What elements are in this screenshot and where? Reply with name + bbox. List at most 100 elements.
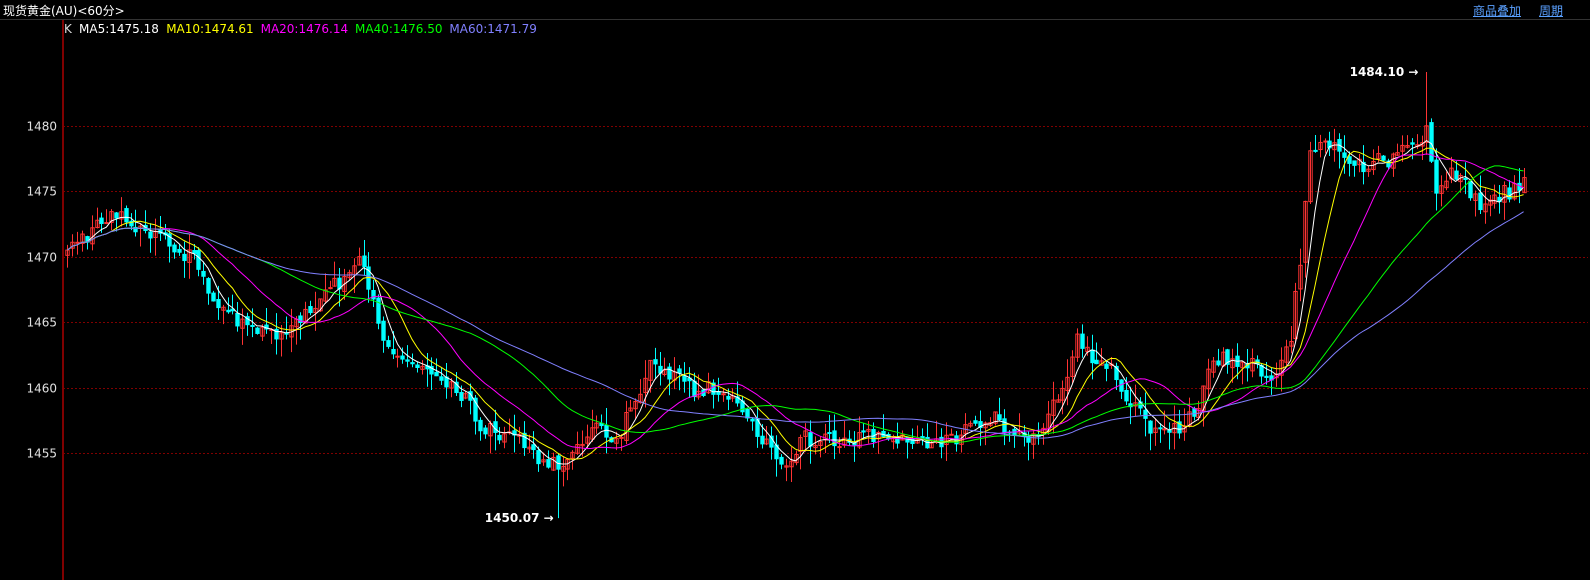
candle-up	[104, 222, 109, 225]
candle-down	[1352, 160, 1357, 166]
legend-ma10: MA10:1474.61	[166, 22, 254, 36]
candle-down	[653, 359, 658, 365]
candle-down	[1158, 427, 1163, 430]
candle-down	[1507, 187, 1512, 200]
legend-ma20: MA20:1476.14	[261, 22, 349, 36]
candle-down	[726, 395, 731, 400]
candle-down	[371, 289, 376, 300]
candle-down	[497, 434, 502, 441]
candle-down	[827, 432, 832, 435]
candle-down	[1094, 359, 1099, 365]
candle-down	[1463, 177, 1468, 180]
candle-down	[1264, 375, 1269, 378]
candle-down	[439, 376, 444, 381]
candle-down	[779, 456, 784, 465]
candle-down	[410, 362, 415, 365]
candle-down	[177, 248, 182, 253]
candle-down	[692, 380, 697, 398]
candle-down	[1124, 389, 1129, 402]
candle-down	[1454, 170, 1459, 180]
overlay-button[interactable]: 商品叠加	[1473, 2, 1521, 19]
candle-down	[362, 255, 367, 268]
candle-down	[604, 425, 609, 438]
candle-down	[124, 208, 129, 223]
legend-ma40: MA40:1476.50	[355, 22, 443, 36]
candle-up	[949, 433, 954, 436]
candle-up	[75, 241, 80, 244]
candle-down	[381, 320, 386, 341]
candle-down	[1090, 349, 1095, 364]
candle-down	[997, 414, 1002, 421]
candle-up	[721, 393, 726, 396]
candle-down	[400, 355, 405, 360]
candle-down	[405, 359, 410, 362]
period-button[interactable]: 周期	[1539, 2, 1563, 19]
candle-down	[478, 419, 483, 432]
candle-down	[546, 459, 551, 468]
ma10-line	[67, 147, 1524, 460]
candle-down	[483, 427, 488, 435]
legend-ma60: MA60:1471.79	[449, 22, 537, 36]
candle-up	[395, 355, 400, 358]
candle-down	[459, 392, 464, 401]
y-tick-label: 1470	[26, 251, 57, 265]
candle-down	[201, 270, 206, 277]
candle-down	[677, 368, 682, 374]
candle-down	[255, 327, 260, 334]
candle-down	[1148, 420, 1153, 434]
candle-down	[1104, 363, 1109, 369]
candle-down	[760, 435, 765, 445]
candle-up	[837, 446, 842, 449]
candle-down	[1143, 409, 1148, 419]
candle-down	[114, 212, 119, 219]
ma20-line	[67, 153, 1524, 450]
instrument-title: 现货黄金(AU)<60分>	[3, 4, 125, 18]
candle-down	[386, 340, 391, 347]
candle-down	[750, 418, 755, 422]
candle-down	[1080, 333, 1085, 349]
candle-down	[973, 420, 978, 424]
candle-down	[861, 430, 866, 433]
title-bar: 现货黄金(AU)<60分> 商品叠加 周期	[0, 0, 1590, 20]
legend-prefix: K	[64, 22, 73, 36]
candle-down	[206, 278, 211, 294]
candle-down	[211, 292, 216, 302]
candle-down	[434, 371, 439, 377]
candle-down	[196, 250, 201, 270]
y-tick-label: 1480	[26, 120, 57, 134]
candle-down	[172, 244, 177, 253]
candle-down	[1167, 429, 1172, 433]
candle-down	[415, 364, 420, 368]
candle-down	[531, 444, 536, 451]
candle-up	[1323, 140, 1328, 143]
ma5-line	[67, 139, 1524, 465]
candle-down	[148, 231, 153, 239]
y-tick-label: 1475	[26, 185, 57, 199]
candle-up	[1162, 428, 1167, 431]
candle-down	[1410, 142, 1415, 145]
candle-down	[308, 306, 313, 314]
candle-down	[536, 450, 541, 465]
y-tick-label: 1465	[26, 316, 57, 330]
candle-down	[226, 309, 231, 313]
y-tick-label: 1460	[26, 382, 57, 396]
y-tick-label: 1455	[26, 447, 57, 461]
candle-down	[1216, 360, 1221, 366]
candle-down	[99, 217, 104, 224]
candle-down	[391, 348, 396, 355]
candle-down	[1342, 152, 1347, 158]
candle-down	[1313, 149, 1318, 152]
candle-down	[1434, 159, 1439, 194]
candlestick-chart[interactable]: 1455 1460 1465 1470 1475 1480 K MA5:1475.18 MA10…	[0, 20, 1590, 580]
candle-down	[216, 299, 221, 309]
high-label: 1484.10 →	[1350, 65, 1419, 79]
candle-down	[493, 421, 498, 433]
candle-down	[682, 375, 687, 382]
candle-down	[1347, 156, 1352, 164]
candle-down	[235, 312, 240, 327]
candle-up	[328, 287, 333, 290]
candle-down	[1002, 418, 1007, 434]
candle-down	[808, 432, 813, 447]
candle-down	[182, 253, 187, 262]
candle-up	[619, 436, 624, 439]
